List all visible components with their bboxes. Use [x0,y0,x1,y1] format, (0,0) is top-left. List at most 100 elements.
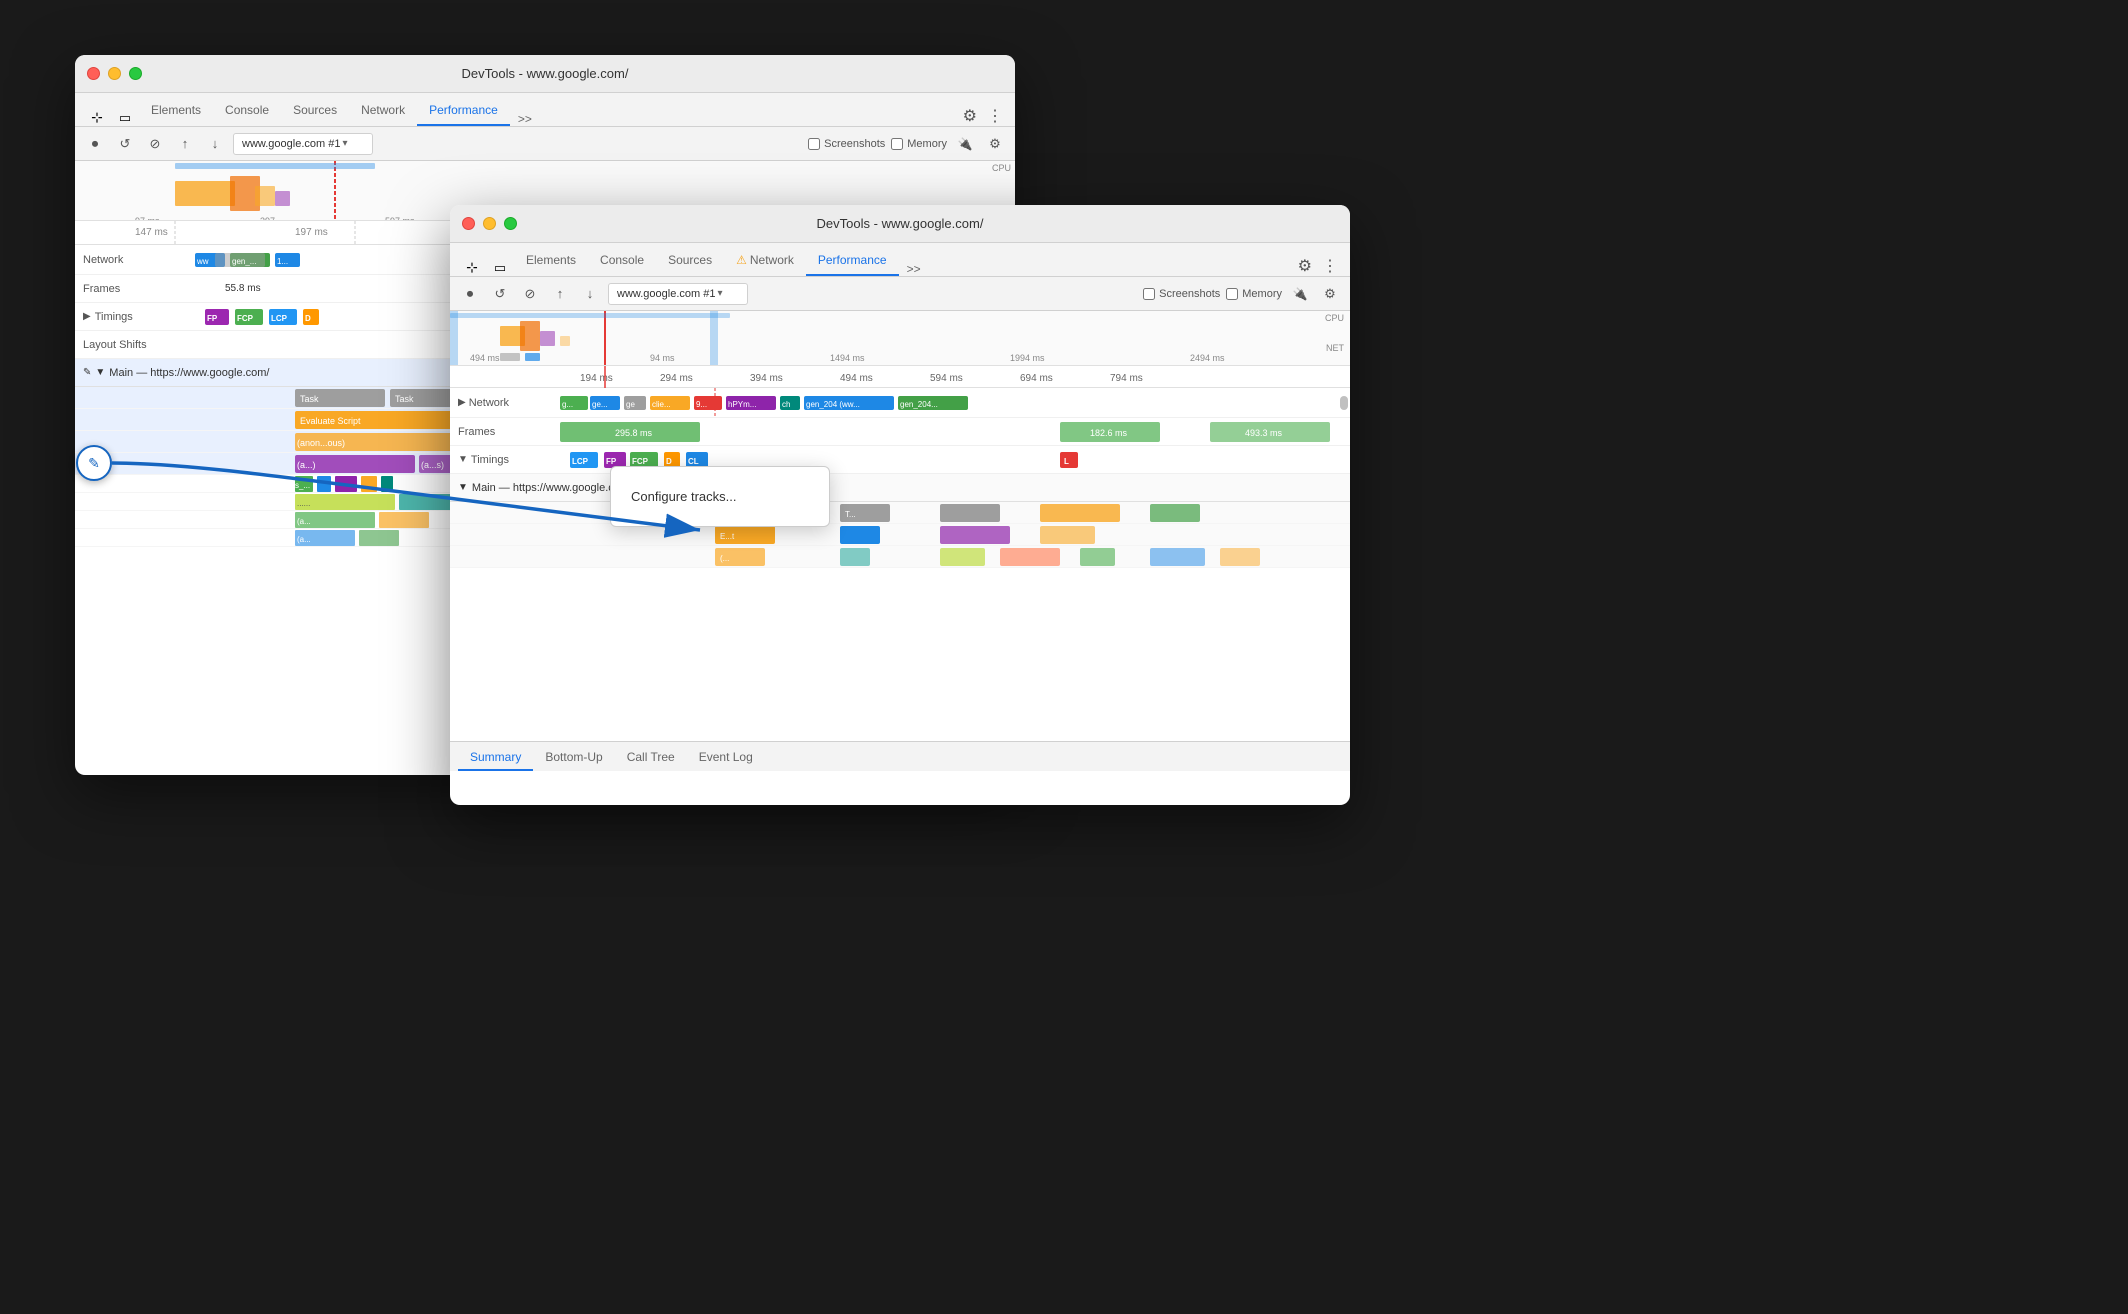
svg-text:gen_204 (ww...: gen_204 (ww... [806,400,860,409]
devtools-window-front: DevTools - www.google.com/ ⊹ ▭ Elements … [450,205,1350,805]
svg-text:94 ms: 94 ms [650,353,675,363]
edit-icon: ✎ [88,455,100,472]
tab-bar-back: ⊹ ▭ Elements Console Sources Network Per… [75,93,1015,127]
bottom-tab-bottomup-front[interactable]: Bottom-Up [533,745,614,771]
svg-text:394 ms: 394 ms [750,373,783,384]
svg-text:(a...s): (a...s) [421,460,444,470]
svg-text:FCP: FCP [237,314,254,323]
svg-text:FCP: FCP [632,457,649,466]
capture-settings-front[interactable]: ⚙ [1318,282,1342,306]
url-bar-back[interactable]: www.google.com #1 ▾ [233,133,373,155]
network-bars-front: g... ge... ge clie... 9... hPYm... ch ge… [560,388,1350,417]
capture-settings-back[interactable]: ⚙ [983,132,1007,156]
minimize-button-front[interactable] [483,217,496,230]
record-button-back[interactable]: ⏺ [83,132,107,156]
svg-text:494 ms: 494 ms [470,353,500,363]
settings-icon-back[interactable]: ⚙ [957,106,983,126]
frames-track-front: Frames 295.8 ms 182.6 ms 493.3 ms [450,418,1350,446]
url-bar-front[interactable]: www.google.com #1 ▾ [608,283,748,305]
main-bars-3-front: (... [560,546,1350,568]
bottom-tab-eventlog-front[interactable]: Event Log [687,745,765,771]
svg-text:9...: 9... [696,400,707,409]
tab-console-front[interactable]: Console [588,246,656,276]
screenshots-checkbox-group-front: Screenshots [1143,288,1220,300]
tab-more-back[interactable]: >> [510,112,540,126]
clear-button-back[interactable]: ⊘ [143,132,167,156]
reload-button-front[interactable]: ↺ [488,282,512,306]
tab-elements-back[interactable]: Elements [139,96,213,126]
maximize-button-back[interactable] [129,67,142,80]
timeline-scrollbar-front[interactable] [1340,396,1348,410]
ruler-front: 194 ms 294 ms 394 ms 494 ms 594 ms 694 m… [450,366,1350,388]
window-title-front: DevTools - www.google.com/ [817,216,984,231]
svg-text:ge: ge [626,400,635,409]
svg-text:493.3 ms: 493.3 ms [1245,428,1283,438]
svg-text:FP: FP [207,314,218,323]
download-button-front[interactable]: ↓ [578,282,602,306]
svg-text:1494 ms: 1494 ms [830,353,865,363]
svg-text:Task: Task [395,394,414,404]
device-icon-back: ▭ [119,110,131,126]
network-throttle-back[interactable]: 🔌 [953,132,977,156]
screenshots-checkbox-group-back: Screenshots [808,138,885,150]
svg-text:D: D [305,314,311,323]
tab-elements-front[interactable]: Elements [514,246,588,276]
tab-bar-front: ⊹ ▭ Elements Console Sources ⚠ Network P… [450,243,1350,277]
url-dropdown-back[interactable]: ▾ [342,138,347,149]
tab-performance-back[interactable]: Performance [417,96,510,126]
svg-text:......: ...... [297,499,310,508]
tab-network-front[interactable]: ⚠ Network [724,246,806,276]
tab-network-back[interactable]: Network [349,96,417,126]
close-button-back[interactable] [87,67,100,80]
download-button-back[interactable]: ↓ [203,132,227,156]
frames-bars-front: 295.8 ms 182.6 ms 493.3 ms [560,418,1350,445]
reload-button-back[interactable]: ↺ [113,132,137,156]
more-icon-back[interactable]: ⋮ [983,106,1007,126]
bottom-tabs-front: Summary Bottom-Up Call Tree Event Log [450,741,1350,771]
tab-performance-front[interactable]: Performance [806,246,899,276]
device-icon-front: ▭ [494,260,506,276]
screenshots-checkbox-back[interactable] [808,138,820,150]
tab-sources-front[interactable]: Sources [656,246,724,276]
svg-text:gen_204...: gen_204... [900,400,938,409]
memory-checkbox-group-front: Memory [1226,288,1282,300]
svg-text:T...: T... [845,510,856,519]
cpu-overview-front: CPU NET 494 ms 94 ms [450,311,1350,366]
svg-text:clie...: clie... [652,400,671,409]
record-button-front[interactable]: ⏺ [458,282,482,306]
svg-text:Task: Task [300,394,319,404]
bottom-tab-summary-front[interactable]: Summary [458,745,533,771]
more-icon-front[interactable]: ⋮ [1318,256,1342,276]
upload-button-back[interactable]: ↑ [173,132,197,156]
svg-text:D: D [666,457,672,466]
timings-track-front: ▼ Timings LCP FP FCP D CL L [450,446,1350,474]
url-dropdown-front[interactable]: ▾ [717,288,722,299]
memory-checkbox-back[interactable] [891,138,903,150]
network-warning-icon: ⚠ [736,253,747,267]
timings-label-back: ▶ Timings [75,311,195,323]
memory-checkbox-front[interactable] [1226,288,1238,300]
svg-text:694 ms: 694 ms [1020,373,1053,384]
tab-more-front[interactable]: >> [899,262,929,276]
tab-sources-back[interactable]: Sources [281,96,349,126]
svg-text:295.8 ms: 295.8 ms [615,428,653,438]
clear-button-front[interactable]: ⊘ [518,282,542,306]
titlebar-back: DevTools - www.google.com/ [75,55,1015,93]
svg-text:LCP: LCP [572,457,589,466]
minimize-button-back[interactable] [108,67,121,80]
configure-tracks-item[interactable]: Configure tracks... [611,479,829,514]
network-throttle-front[interactable]: 🔌 [1288,282,1312,306]
network-label-back: Network [75,254,195,266]
window-title-back: DevTools - www.google.com/ [462,66,629,81]
tab-console-back[interactable]: Console [213,96,281,126]
svg-text:(a...: (a... [297,517,311,526]
settings-icon-front[interactable]: ⚙ [1292,256,1318,276]
close-button-front[interactable] [462,217,475,230]
cursor-icon-front: ⊹ [466,259,478,276]
svg-text:gen_...: gen_... [232,257,256,266]
upload-button-front[interactable]: ↑ [548,282,572,306]
bottom-tab-calltree-front[interactable]: Call Tree [615,745,687,771]
svg-text:ge...: ge... [592,400,608,409]
screenshots-checkbox-front[interactable] [1143,288,1155,300]
maximize-button-front[interactable] [504,217,517,230]
